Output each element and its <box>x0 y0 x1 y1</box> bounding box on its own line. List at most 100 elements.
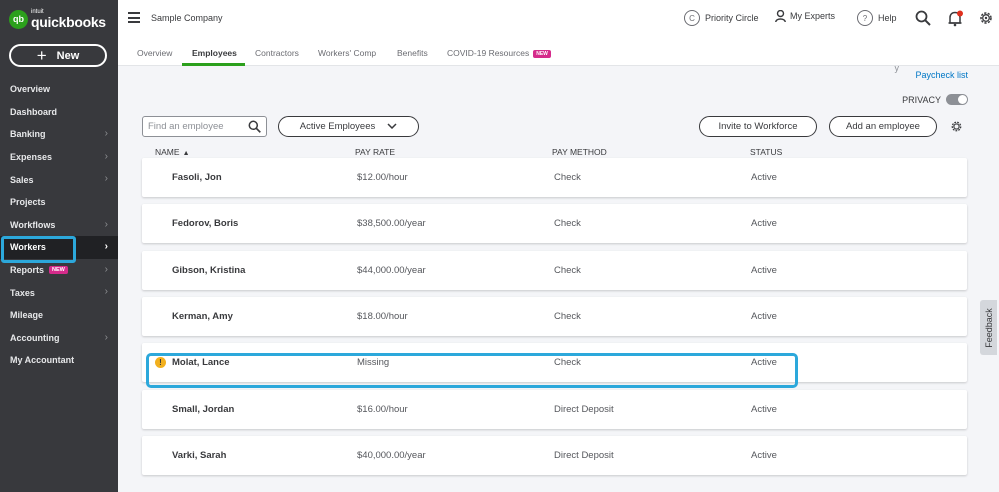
sidebar-item-taxes[interactable]: Taxes › <box>0 281 118 304</box>
search-button[interactable] <box>915 10 931 26</box>
notifications-button[interactable] <box>947 10 964 27</box>
quickbooks-logo[interactable]: qb intuit quickbooks <box>9 9 106 29</box>
new-badge: NEW <box>533 50 551 58</box>
employee-status-value: Active Employees <box>299 121 376 132</box>
tab-contractors[interactable]: Contractors <box>255 48 299 58</box>
employee-row[interactable]: ! Molat, Lance Missing Check Active <box>142 343 967 382</box>
employee-row[interactable]: Fasoli, Jon $12.00/hour Check Active <box>142 158 967 197</box>
sidebar-item-label: Sales <box>10 174 34 185</box>
my-experts-link[interactable]: My Experts <box>775 10 835 22</box>
priority-circle-link[interactable]: C Priority Circle <box>684 10 759 26</box>
hamburger-menu-icon[interactable] <box>128 12 140 23</box>
status-cell: Active <box>751 172 777 183</box>
search-icon[interactable] <box>248 120 261 138</box>
help-link[interactable]: ? Help <box>857 10 897 26</box>
employee-row[interactable]: Gibson, Kristina $44,000.00/year Check Acti… <box>142 251 967 290</box>
tab-benefits[interactable]: Benefits <box>397 48 428 58</box>
sidebar-item-sales[interactable]: Sales › <box>0 168 118 191</box>
tab-employees-label: Employees <box>192 48 237 58</box>
column-header-status: STATUS <box>750 147 783 157</box>
chevron-right-icon: › <box>104 263 108 275</box>
priority-circle-icon: C <box>684 10 700 26</box>
employee-name-cell[interactable]: Varki, Sarah <box>172 450 226 461</box>
sidebar-item-label: Workflows <box>10 219 56 230</box>
employee-name-cell[interactable]: Fedorov, Boris <box>172 218 238 229</box>
paycheck-list-link[interactable]: Paycheck list <box>915 70 968 80</box>
column-header-name[interactable]: NAME ▲ <box>155 147 190 157</box>
pay-rate-cell: $16.00/hour <box>357 404 408 415</box>
settings-button[interactable] <box>978 10 994 26</box>
sidebar-item-banking[interactable]: Banking › <box>0 123 118 146</box>
sidebar-item-label: Overview <box>10 84 51 95</box>
sidebar-item-label: Dashboard <box>10 106 58 117</box>
pay-rate-cell: $12.00/hour <box>357 172 408 183</box>
table-settings-gear-icon[interactable] <box>950 120 963 138</box>
pay-method-cell: Check <box>554 265 581 276</box>
sidebar-item-accounting[interactable]: Accounting › <box>0 327 118 350</box>
sidebar-item-workers[interactable]: Workers › <box>0 236 118 263</box>
sidebar-item-my-accountant[interactable]: My Accountant <box>0 349 118 372</box>
tab-employees[interactable]: Employees <box>192 48 237 58</box>
privacy-label: PRIVACY <box>902 94 941 105</box>
tab-covid-label: COVID-19 Resources <box>447 48 530 58</box>
clipped-text: y <box>894 63 900 73</box>
sidebar-item-label: Accounting <box>10 332 60 343</box>
tab-workers-comp-label: Workers' Comp <box>318 48 377 58</box>
employees-panel: y Paycheck list PRIVACY Active Employees… <box>118 63 999 492</box>
privacy-toggle[interactable] <box>946 94 968 105</box>
chevron-right-icon: › <box>104 241 108 253</box>
employee-name-cell[interactable]: Fasoli, Jon <box>172 172 222 183</box>
sidebar-item-expenses[interactable]: Expenses › <box>0 146 118 169</box>
add-employee-button[interactable]: Add an employee <box>829 116 937 137</box>
chevron-right-icon: › <box>104 218 108 230</box>
employee-row[interactable]: Kerman, Amy $18.00/hour Check Active <box>142 297 967 336</box>
status-cell: Active <box>751 265 777 276</box>
top-header: Sample Company C Priority Circle My Expe… <box>118 0 999 38</box>
pay-rate-cell: $38,500.00/year <box>357 218 426 229</box>
pay-rate-cell: $18.00/hour <box>357 311 408 322</box>
employee-row[interactable]: Varki, Sarah $40,000.00/year Direct Deposi… <box>142 436 967 475</box>
column-header-name-label: NAME <box>155 147 180 157</box>
tab-overview[interactable]: Overview <box>137 48 172 58</box>
company-name: Sample Company <box>151 13 223 23</box>
sidebar-nav: Overview Dashboard Banking › Expenses › Sales ›… <box>0 78 118 372</box>
sort-ascending-icon: ▲ <box>182 150 190 157</box>
warning-icon: ! <box>155 357 166 368</box>
chevron-down-icon <box>387 121 397 132</box>
employee-name-cell[interactable]: Kerman, Amy <box>172 311 233 322</box>
sidebar-item-label: Taxes <box>10 287 35 298</box>
quickbooks-logo-icon: qb <box>9 9 28 29</box>
search-input[interactable] <box>148 121 245 132</box>
pay-method-cell: Direct Deposit <box>554 450 614 461</box>
person-icon <box>775 10 786 22</box>
sidebar-item-label: Expenses <box>10 152 53 163</box>
sidebar-item-label: Workers <box>10 242 46 253</box>
pay-method-cell: Check <box>554 218 581 229</box>
employee-name-cell[interactable]: Small, Jordan <box>172 404 234 415</box>
plus-icon: + <box>36 45 47 65</box>
search-icon <box>915 10 931 26</box>
new-button[interactable]: + New <box>9 44 107 67</box>
sidebar-item-mileage[interactable]: Mileage <box>0 304 118 327</box>
sidebar-item-dashboard[interactable]: Dashboard <box>0 101 118 124</box>
sidebar-item-overview[interactable]: Overview <box>0 78 118 101</box>
new-badge: NEW <box>49 266 68 275</box>
sidebar-item-reports[interactable]: Reports NEW › <box>0 259 118 282</box>
sidebar-item-workflows[interactable]: Workflows › <box>0 214 118 237</box>
employee-row[interactable]: Fedorov, Boris $38,500.00/year Check Active <box>142 204 967 243</box>
chevron-right-icon: › <box>104 331 108 343</box>
invite-to-workforce-button[interactable]: Invite to Workforce <box>699 116 817 137</box>
tab-workers-comp[interactable]: Workers' Comp <box>318 48 376 58</box>
employee-name-cell[interactable]: Gibson, Kristina <box>172 265 245 276</box>
status-cell: Active <box>751 450 777 461</box>
employee-name-cell[interactable]: Molat, Lance <box>172 357 230 368</box>
sidebar-item-label: Reports <box>10 265 45 276</box>
employee-status-dropdown[interactable]: Active Employees <box>278 116 419 137</box>
status-cell: Active <box>751 404 777 415</box>
employee-search <box>142 116 267 137</box>
tab-covid-19-resources[interactable]: COVID-19 Resources NEW <box>447 48 551 58</box>
employee-row[interactable]: Small, Jordan $16.00/hour Direct Deposit Ac… <box>142 390 967 429</box>
feedback-tab[interactable]: Feedback <box>980 300 997 355</box>
chevron-right-icon: › <box>104 128 108 140</box>
sidebar-item-projects[interactable]: Projects <box>0 191 118 214</box>
